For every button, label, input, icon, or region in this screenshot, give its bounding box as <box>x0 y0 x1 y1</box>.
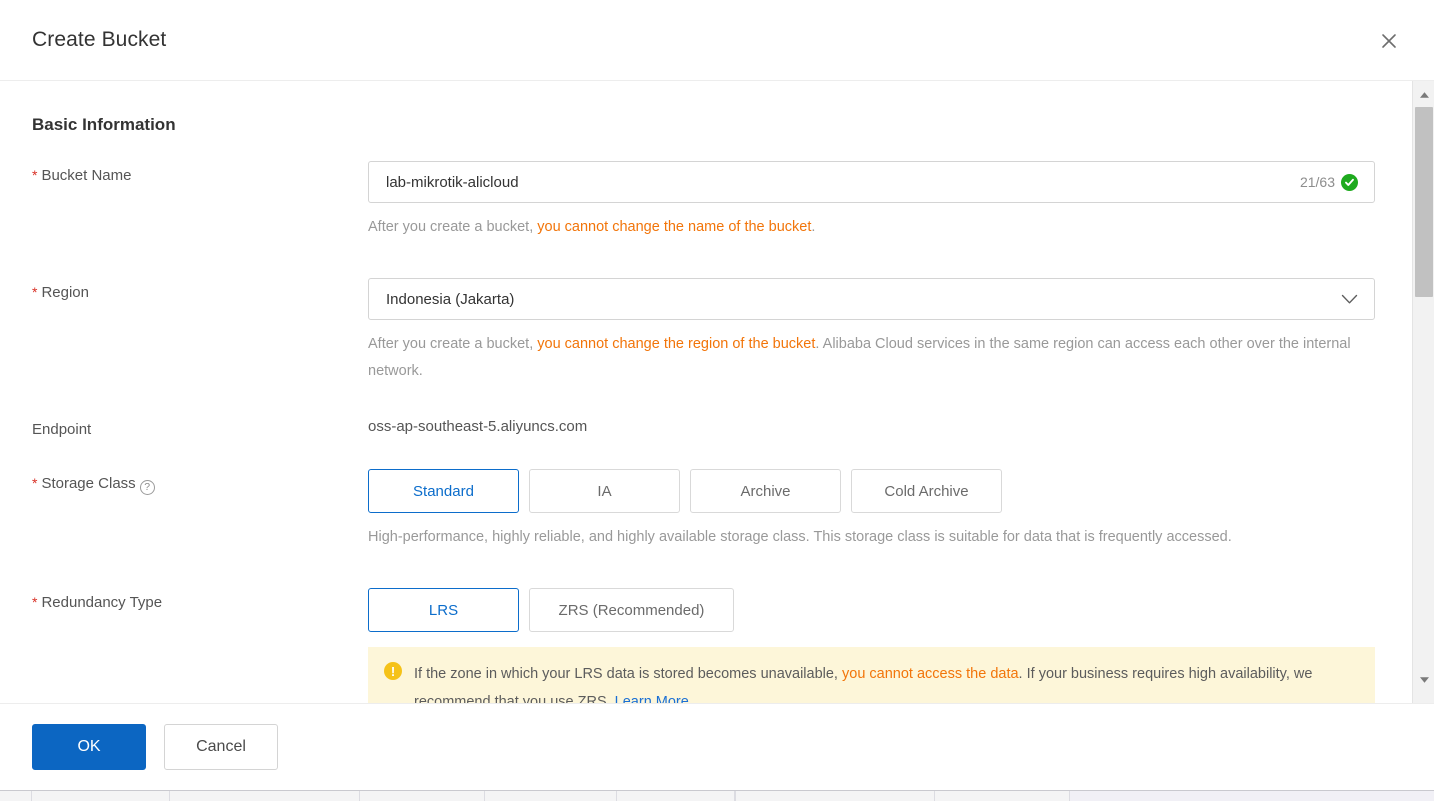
warning-icon: ! <box>384 662 402 680</box>
warning-text-highlight: you cannot access the data <box>842 666 1019 682</box>
form-row-region: * Region Indonesia (Jakarta) After you cr… <box>0 278 1412 385</box>
check-circle-icon <box>1341 173 1358 191</box>
label-storage-class: * Storage Class? <box>32 469 368 551</box>
strip-cell <box>736 791 935 801</box>
form-scroll-area: Basic Information *Bucket Name 21/63 <box>0 81 1412 703</box>
required-marker: * <box>32 284 38 300</box>
label-bucket-name: * Bucket Name <box>32 161 368 241</box>
close-icon[interactable] <box>1370 22 1408 60</box>
storage-class-option-ia[interactable]: IA <box>529 469 680 513</box>
label-endpoint: Endpoint <box>32 421 92 438</box>
dialog-title: Create Bucket <box>32 28 167 51</box>
strip-cell <box>360 791 485 801</box>
region-selected-value: Indonesia (Jakarta) <box>386 290 515 308</box>
caret-up-icon[interactable] <box>1413 84 1434 106</box>
required-marker: * <box>32 167 38 183</box>
dialog-body: Basic Information *Bucket Name 21/63 <box>0 81 1434 703</box>
storage-class-description: High-performance, highly reliable, and h… <box>368 529 1232 545</box>
form-row-storage-class: * Storage Class? Standard IA Archive Cold… <box>0 469 1412 551</box>
strip-cell <box>935 791 1070 801</box>
bucket-name-input[interactable] <box>369 162 1300 202</box>
background-page-strip <box>0 790 1434 801</box>
warning-text: If the zone in which your LRS data is st… <box>414 660 1355 703</box>
field-bucket-name: 21/63 After you create a bucket, you can… <box>368 161 1412 241</box>
question-circle-icon[interactable]: ? <box>139 480 155 495</box>
vertical-scrollbar[interactable] <box>1412 81 1434 703</box>
hint-warning-text: you cannot change the name of the bucket <box>537 219 812 235</box>
hint-prefix: After you create a bucket, <box>368 336 538 352</box>
dialog-header: Create Bucket <box>0 0 1434 81</box>
strip-cell <box>170 791 360 801</box>
warning-glyph: ! <box>390 663 396 679</box>
cancel-button[interactable]: Cancel <box>164 724 278 770</box>
strip-cell <box>485 791 617 801</box>
strip-cell <box>617 791 735 801</box>
form-row-bucket-name: *Bucket Name 21/63 After you create a b <box>0 161 1412 241</box>
hint-suffix: . <box>811 219 816 235</box>
redundancy-warning-banner: ! If the zone in which your LRS data is … <box>368 647 1375 703</box>
storage-class-option-cold-archive[interactable]: Cold Archive <box>851 469 1002 513</box>
storage-class-option-standard[interactable]: Standard <box>368 469 519 513</box>
redundancy-type-option-lrs[interactable]: LRS <box>368 588 519 632</box>
bucket-name-input-wrapper[interactable]: 21/63 <box>368 161 1375 203</box>
required-marker: * <box>32 475 38 491</box>
redundancy-type-option-zrs[interactable]: ZRS (Recommended) <box>529 588 734 632</box>
caret-down-icon[interactable] <box>1413 669 1434 691</box>
required-marker: * <box>32 594 38 610</box>
label-region: * Region <box>32 278 368 385</box>
form-row-endpoint: Endpoint oss-ap-southeast-5.aliyuncs.com <box>0 416 1412 440</box>
hint-region: After you create a bucket, you cannot ch… <box>368 331 1375 385</box>
learn-more-link[interactable]: Learn More <box>615 694 689 703</box>
redundancy-type-options: LRS ZRS (Recommended) <box>368 588 1412 632</box>
label-text: Region <box>41 284 89 301</box>
field-redundancy-type: LRS ZRS (Recommended) ! If the zone in w… <box>368 588 1412 703</box>
hint-bucket-name: After you create a bucket, you cannot ch… <box>368 214 1375 241</box>
chevron-down-icon[interactable] <box>1341 294 1358 305</box>
strip-cell <box>0 791 32 801</box>
hint-prefix: After you create a bucket, <box>368 219 538 235</box>
bucket-name-counter: 21/63 <box>1299 174 1335 190</box>
scroll-thumb[interactable] <box>1415 107 1433 297</box>
endpoint-value: oss-ap-southeast-5.aliyuncs.com <box>368 418 588 435</box>
form-row-redundancy-type: * Redundancy Type LRS ZRS (Recommended) !… <box>0 588 1412 703</box>
field-storage-class: Standard IA Archive Cold Archive High-pe… <box>368 469 1412 551</box>
hint-warning-text: you cannot change the region of the buck… <box>537 336 816 352</box>
warning-text-part1: If the zone in which your LRS data is st… <box>414 666 842 682</box>
label-text: Redundancy Type <box>41 594 163 611</box>
label-text: Storage Class <box>41 475 136 492</box>
label-text: Bucket Name <box>41 167 132 184</box>
create-bucket-dialog: Create Bucket Basic Information * Bucket … <box>0 0 1434 790</box>
section-title-basic-information: Basic Information <box>32 115 176 134</box>
storage-class-option-archive[interactable]: Archive <box>690 469 841 513</box>
strip-cell <box>32 791 170 801</box>
region-select[interactable]: Indonesia (Jakarta) <box>368 278 1375 320</box>
field-region: Indonesia (Jakarta) After you create a b… <box>368 278 1412 385</box>
field-endpoint: oss-ap-southeast-5.aliyuncs.com <box>368 416 1412 440</box>
ok-button[interactable]: OK <box>32 724 146 770</box>
storage-class-options: Standard IA Archive Cold Archive <box>368 469 1412 513</box>
strip-cell <box>1070 791 1434 801</box>
dialog-footer: OK Cancel <box>0 703 1434 790</box>
label-redundancy-type: * Redundancy Type <box>32 588 368 703</box>
